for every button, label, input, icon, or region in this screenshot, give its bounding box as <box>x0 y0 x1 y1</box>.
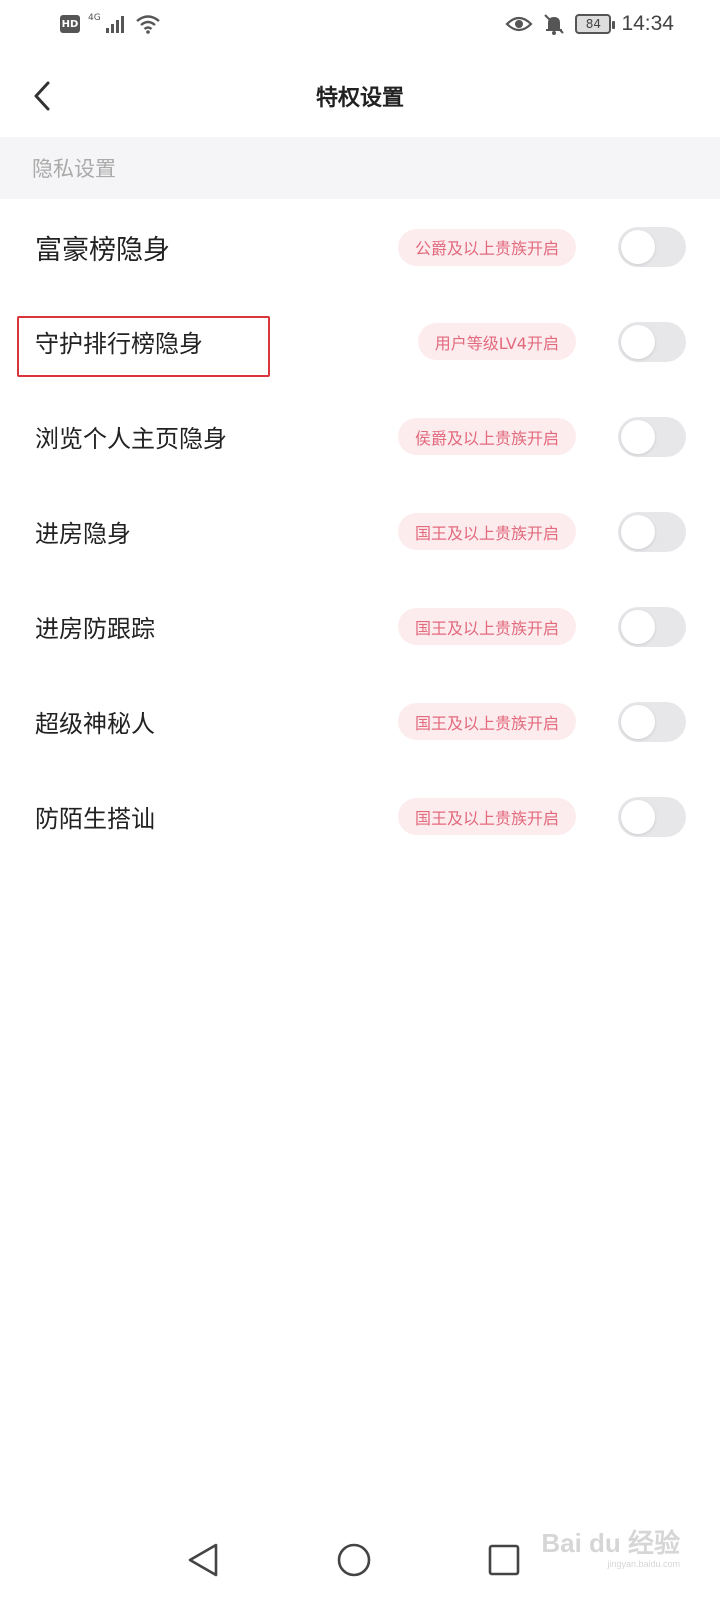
toggle-switch[interactable] <box>618 701 686 742</box>
wifi-icon <box>135 15 160 34</box>
toggle-knob <box>621 230 655 264</box>
setting-label: 富豪榜隐身 <box>35 234 170 266</box>
network-type: 4G <box>88 13 101 23</box>
requirement-badge: 国王及以上贵族开启 <box>397 798 576 835</box>
triangle-back-icon <box>188 1543 218 1577</box>
status-left: HD 4G <box>60 13 161 34</box>
requirement-badge: 公爵及以上贵族开启 <box>397 228 576 266</box>
screen: HD 4G 84 14:34 特权设置 隐私设置 富豪榜隐身 公爵及以上贵族开启… <box>0 0 720 1600</box>
system-home-button[interactable] <box>334 1540 374 1580</box>
requirement-badge: 用户等级LV4开启 <box>417 323 576 360</box>
setting-label: 浏览个人主页隐身 <box>35 425 227 453</box>
setting-label: 超级神秘人 <box>35 710 155 738</box>
toggle-knob <box>621 704 655 739</box>
requirement-badge: 国王及以上贵族开启 <box>397 703 576 740</box>
status-bar: HD 4G 84 14:34 <box>0 0 720 56</box>
circle-home-icon <box>337 1543 371 1577</box>
toggle-knob <box>621 324 655 359</box>
watermark: Bai du 经验 jingyan.baidu.com <box>541 1523 680 1569</box>
square-recents-icon <box>488 1544 520 1576</box>
signal-icon <box>105 16 124 33</box>
bell-off-icon <box>544 14 565 35</box>
system-back-button[interactable] <box>183 1540 223 1580</box>
requirement-badge: 侯爵及以上贵族开启 <box>397 418 576 455</box>
watermark-url: jingyan.baidu.com <box>607 1559 680 1569</box>
section-header-privacy: 隐私设置 <box>0 137 720 199</box>
setting-row-rich-list-stealth: 富豪榜隐身 公爵及以上贵族开启 <box>0 200 720 294</box>
eye-icon <box>505 16 533 32</box>
requirement-badge: 国王及以上贵族开启 <box>397 513 576 550</box>
system-recents-button[interactable] <box>484 1540 524 1580</box>
setting-row-anti-stranger-chat: 防陌生搭讪 国王及以上贵族开启 <box>0 769 720 864</box>
status-right: 84 14:34 <box>505 12 674 36</box>
toggle-switch[interactable] <box>618 416 686 457</box>
toggle-knob <box>621 609 655 644</box>
nav-bar: 特权设置 <box>0 56 720 136</box>
toggle-knob <box>621 514 655 549</box>
setting-row-guard-rank-stealth: 守护排行榜隐身 用户等级LV4开启 <box>0 294 720 389</box>
toggle-switch[interactable] <box>618 796 686 837</box>
setting-label: 进房防跟踪 <box>35 615 155 643</box>
setting-row-super-mystery: 超级神秘人 国王及以上贵族开启 <box>0 674 720 769</box>
toggle-switch[interactable] <box>618 511 686 552</box>
toggle-switch[interactable] <box>618 606 686 647</box>
toggle-switch[interactable] <box>618 321 686 362</box>
toggle-knob <box>621 419 655 454</box>
watermark-text: Bai du 经验 <box>541 1528 680 1558</box>
setting-row-anti-tracking: 进房防跟踪 国王及以上贵族开启 <box>0 579 720 674</box>
setting-row-room-enter-stealth: 进房隐身 国王及以上贵族开启 <box>0 484 720 579</box>
page-title: 特权设置 <box>315 86 404 111</box>
setting-label: 防陌生搭讪 <box>35 805 155 833</box>
settings-list: 富豪榜隐身 公爵及以上贵族开启 守护排行榜隐身 用户等级LV4开启 浏览个人主页… <box>0 200 720 864</box>
requirement-badge: 国王及以上贵族开启 <box>397 608 576 645</box>
setting-label: 守护排行榜隐身 <box>35 330 203 358</box>
battery-icon: 84 <box>575 14 616 34</box>
setting-row-profile-browse-stealth: 浏览个人主页隐身 侯爵及以上贵族开启 <box>0 389 720 484</box>
clock: 14:34 <box>621 12 674 35</box>
setting-label: 进房隐身 <box>35 520 131 548</box>
toggle-switch[interactable] <box>618 227 686 267</box>
toggle-knob <box>621 799 655 834</box>
hd-icon: HD <box>60 15 80 33</box>
